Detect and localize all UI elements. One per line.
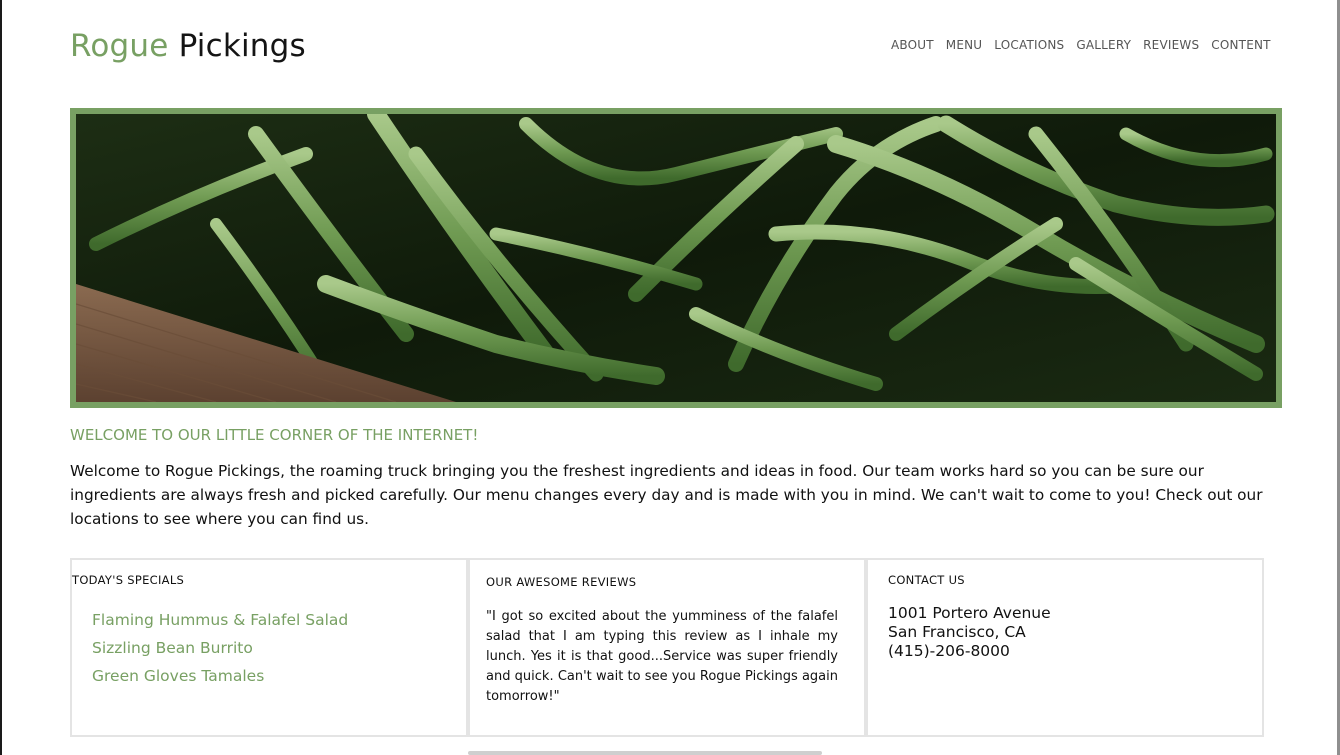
nav-gallery[interactable]: GALLERY bbox=[1076, 38, 1131, 52]
specials-panel: TODAY'S SPECIALS Flaming Hummus & Falafe… bbox=[70, 558, 468, 737]
nav-menu[interactable]: MENU bbox=[946, 38, 983, 52]
contact-panel: CONTACT US 1001 Portero Avenue San Franc… bbox=[866, 558, 1264, 737]
nav-reviews[interactable]: REVIEWS bbox=[1143, 38, 1199, 52]
welcome-title: WELCOME TO OUR LITTLE CORNER OF THE INTE… bbox=[70, 426, 479, 444]
bottom-scroll-indicator bbox=[468, 751, 822, 755]
contact-title: CONTACT US bbox=[888, 573, 965, 587]
nav-content[interactable]: CONTENT bbox=[1211, 38, 1270, 52]
special-item[interactable]: Green Gloves Tamales bbox=[92, 662, 348, 690]
reviews-panel: OUR AWESOME REVIEWS "I got so excited ab… bbox=[468, 558, 866, 737]
special-item[interactable]: Sizzling Bean Burrito bbox=[92, 634, 348, 662]
window-edge-left bbox=[0, 0, 2, 755]
reviews-title: OUR AWESOME REVIEWS bbox=[486, 575, 637, 589]
address-line-2: San Francisco, CA bbox=[888, 623, 1026, 641]
logo-word-rogue: Rogue bbox=[70, 28, 169, 64]
main-nav: ABOUT MENU LOCATIONS GALLERY REVIEWS CON… bbox=[891, 38, 1271, 52]
special-item[interactable]: Flaming Hummus & Falafel Salad bbox=[92, 606, 348, 634]
review-quote: "I got so excited about the yumminess of… bbox=[486, 609, 838, 704]
phone-number: (415)-206-8000 bbox=[888, 642, 1010, 660]
welcome-text: Welcome to Rogue Pickings, the roaming t… bbox=[70, 462, 1263, 528]
address-line-1: 1001 Portero Avenue bbox=[888, 604, 1051, 622]
contact-details: 1001 Portero Avenue San Francisco, CA (4… bbox=[888, 604, 1051, 661]
logo-word-pickings: Pickings bbox=[168, 28, 306, 64]
hero-image bbox=[70, 108, 1282, 408]
nav-about[interactable]: ABOUT bbox=[891, 38, 934, 52]
green-beans-photo bbox=[76, 114, 1276, 402]
site-logo[interactable]: Rogue Pickings bbox=[70, 28, 306, 64]
specials-title: TODAY'S SPECIALS bbox=[72, 573, 185, 587]
nav-locations[interactable]: LOCATIONS bbox=[994, 38, 1064, 52]
specials-list: Flaming Hummus & Falafel Salad Sizzling … bbox=[92, 606, 348, 690]
